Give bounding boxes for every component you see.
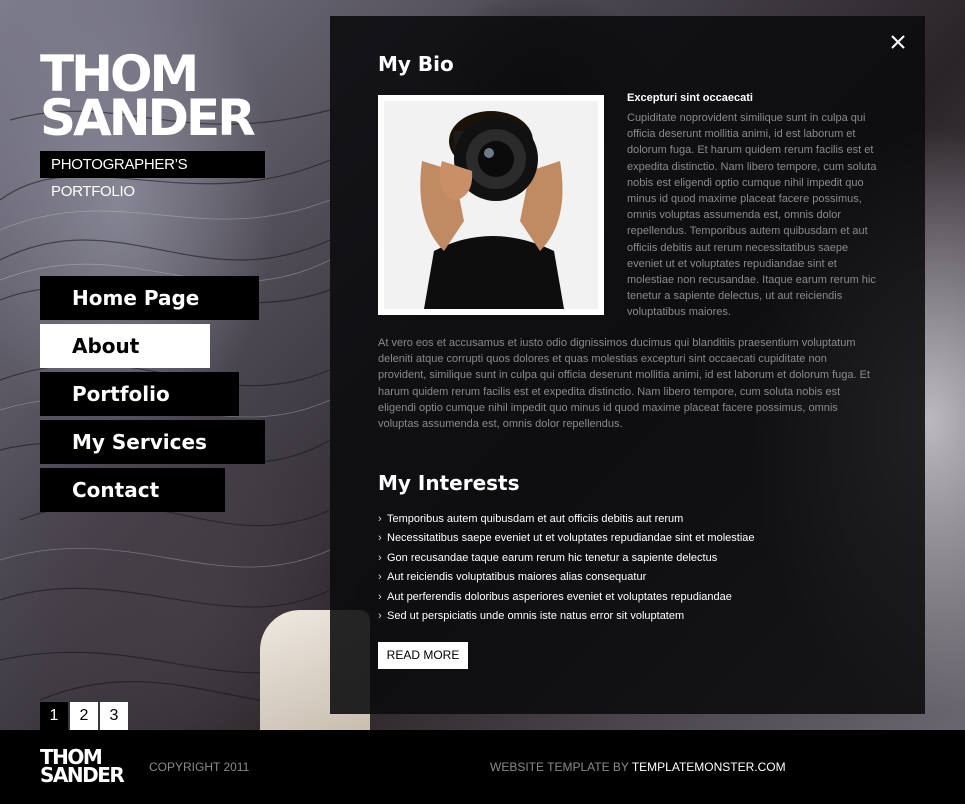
logo-line2: SANDER bbox=[40, 89, 256, 147]
footer-logo-line2: SANDER bbox=[40, 763, 125, 787]
nav-my-services[interactable]: My Services bbox=[40, 420, 265, 464]
page-3-button[interactable]: 3 bbox=[100, 702, 128, 730]
bio-heading: My Bio bbox=[378, 52, 454, 76]
template-credit: WEBSITE TEMPLATE BY TEMPLATEMONSTER.COM bbox=[490, 760, 786, 774]
nav-portfolio[interactable]: Portfolio bbox=[40, 372, 239, 416]
bio-full-text: At vero eos et accusamus et iusto odio d… bbox=[378, 337, 870, 431]
page-pager: 1 2 3 bbox=[40, 702, 128, 730]
list-item: Temporibus autem quibusdam et aut offici… bbox=[378, 510, 755, 530]
site-tagline: PHOTOGRAPHER’S PORTFOLIO bbox=[40, 151, 265, 200]
read-more-button[interactable]: READ MORE bbox=[378, 642, 468, 669]
credit-prefix: WEBSITE TEMPLATE BY bbox=[490, 760, 632, 774]
footer-logo[interactable]: THOM SANDER bbox=[40, 747, 125, 787]
bio-subtitle: Excepturi sint occaecati bbox=[627, 92, 753, 104]
interests-heading: My Interests bbox=[378, 471, 520, 495]
nav-home-page[interactable]: Home Page bbox=[40, 276, 259, 320]
nav-contact[interactable]: Contact bbox=[40, 468, 225, 512]
list-item: Aut reiciendis voluptatibus maiores alia… bbox=[378, 568, 755, 588]
footer bbox=[0, 730, 965, 804]
list-item: Aut perferendis doloribus asperiores eve… bbox=[378, 588, 755, 608]
copyright-text: COPYRIGHT 2011 bbox=[149, 760, 250, 774]
page-1-button[interactable]: 1 bbox=[40, 702, 68, 730]
interests-list: Temporibus autem quibusdam et aut offici… bbox=[378, 510, 755, 627]
bio-side-text: Cupiditate noprovident similique sunt in… bbox=[627, 112, 877, 319]
templatemonster-link[interactable]: TEMPLATEMONSTER.COM bbox=[632, 760, 786, 774]
nav-about[interactable]: About bbox=[40, 324, 210, 368]
list-item: Gon recusandae taque earum rerum hic ten… bbox=[378, 549, 755, 569]
list-item: Necessitatibus saepe eveniet ut et volup… bbox=[378, 529, 755, 549]
list-item: Sed ut perspiciatis unde omnis iste natu… bbox=[378, 607, 755, 627]
close-icon[interactable] bbox=[890, 34, 906, 50]
bio-photo bbox=[378, 95, 604, 315]
page-2-button[interactable]: 2 bbox=[70, 702, 98, 730]
site-logo[interactable]: THOM SANDER bbox=[40, 49, 256, 147]
photographer-image bbox=[384, 101, 598, 309]
